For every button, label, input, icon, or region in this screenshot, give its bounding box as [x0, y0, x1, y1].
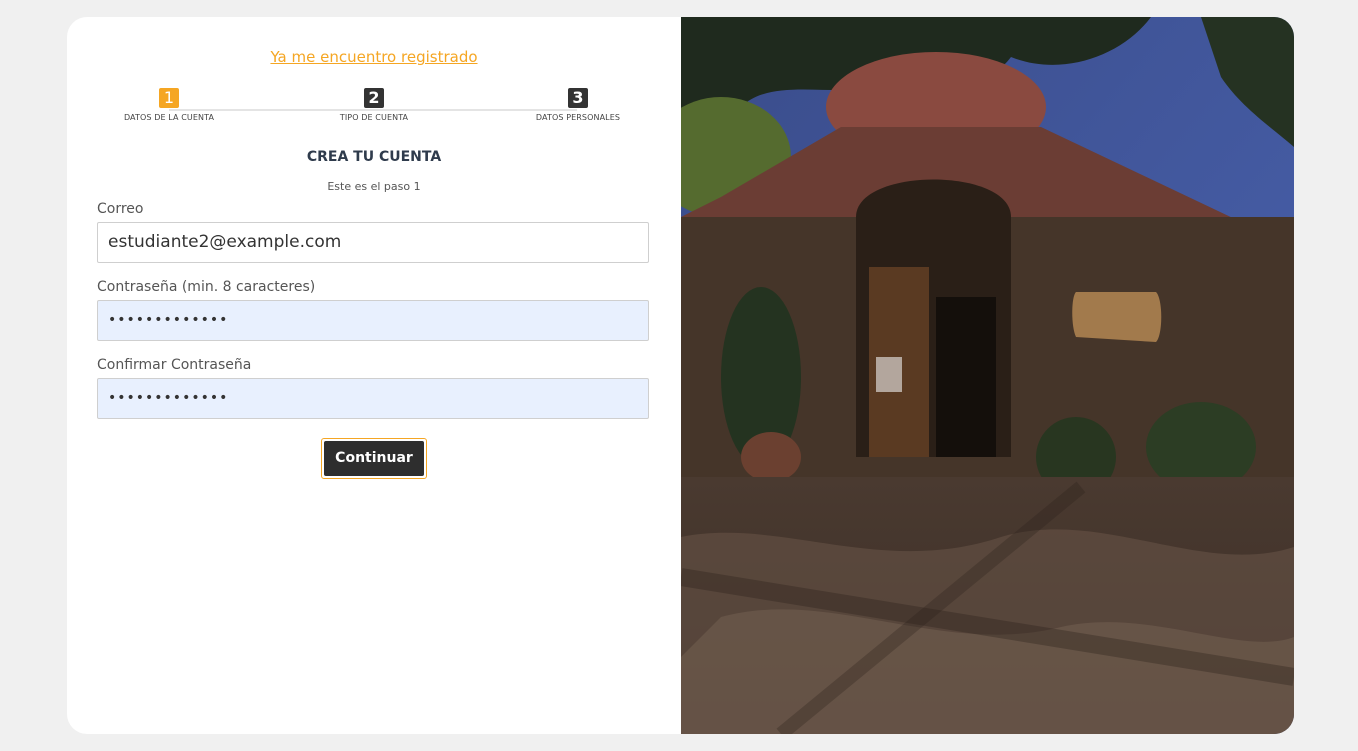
step-2-label: TIPO DE CUENTA — [339, 113, 409, 122]
step-1-number: 1 — [159, 88, 179, 108]
step-3-label: DATOS PERSONALES — [535, 113, 621, 122]
password-label: Contraseña (min. 8 caracteres) — [97, 279, 316, 295]
register-card: Ya me encuentro registrado 1 DATOS DE LA… — [67, 17, 1294, 734]
step-2-number: 2 — [364, 88, 384, 108]
email-field[interactable]: estudiante2@example.com — [97, 222, 649, 263]
step-3: 3 DATOS PERSONALES — [508, 88, 648, 122]
continue-button-focus-ring: Continuar — [321, 438, 427, 479]
confirm-password-field[interactable]: ••••••••••••• — [97, 378, 649, 419]
password-field[interactable]: ••••••••••••• — [97, 300, 649, 341]
step-1-label: DATOS DE LA CUENTA — [123, 113, 215, 122]
already-registered-link[interactable]: Ya me encuentro registrado — [67, 48, 681, 66]
form-subtitle: Este es el paso 1 — [327, 180, 421, 193]
step-3-number: 3 — [568, 88, 588, 108]
form-panel: Ya me encuentro registrado 1 DATOS DE LA… — [67, 17, 681, 734]
step-indicator: 1 DATOS DE LA CUENTA 2 TIPO DE CUENTA 3 … — [97, 87, 651, 127]
step-2: 2 TIPO DE CUENTA — [304, 88, 444, 122]
confirm-password-label: Confirmar Contraseña — [97, 357, 252, 373]
building-photo — [681, 17, 1294, 734]
continue-button[interactable]: Continuar — [324, 441, 424, 476]
form-title: CREA TU CUENTA — [306, 149, 442, 165]
step-1: 1 DATOS DE LA CUENTA — [99, 88, 239, 122]
email-label: Correo — [97, 201, 144, 217]
